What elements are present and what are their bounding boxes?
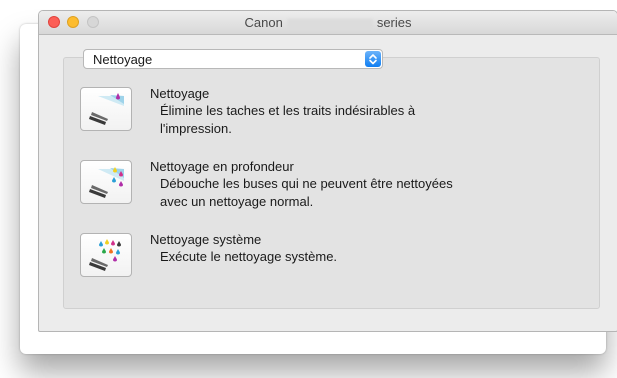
maintenance-window: Canon series Nettoyage Élimine les taches… <box>38 10 617 332</box>
redacted-model-name <box>286 18 373 29</box>
function-desc-line: Exécute le nettoyage système. <box>160 249 338 264</box>
functions-panel: Nettoyage Élimine les taches et les trai… <box>63 57 600 309</box>
deep-cleaning-icon <box>89 167 124 198</box>
system-cleaning-icon <box>89 239 121 271</box>
function-text: Nettoyage Élimine les taches et les trai… <box>150 86 570 138</box>
cleaning-button[interactable] <box>80 87 132 131</box>
function-text: Nettoyage en profondeur Débouche les bus… <box>150 159 570 211</box>
function-desc-line: Élimine les taches et les traits indésir… <box>160 103 416 118</box>
popup-selected-value: Nettoyage <box>93 52 153 67</box>
function-title: Nettoyage en profondeur <box>150 159 294 174</box>
function-desc-line: l'impression. <box>160 121 232 136</box>
function-title: Nettoyage <box>150 86 210 101</box>
cleaning-icon <box>89 93 124 125</box>
window-title-suffix: series <box>376 15 412 30</box>
function-popup-menu[interactable]: Nettoyage <box>83 49 383 69</box>
window-title-prefix: Canon <box>244 15 283 30</box>
function-desc-line: Débouche les buses qui ne peuvent être n… <box>160 176 453 191</box>
function-title: Nettoyage système <box>150 232 262 247</box>
system-cleaning-button[interactable] <box>80 233 132 277</box>
title-bar[interactable]: Canon series <box>39 11 617 35</box>
function-desc-line: avec un nettoyage normal. <box>160 194 314 209</box>
popup-chevrons-icon[interactable] <box>365 51 381 67</box>
function-text: Nettoyage système Exécute le nettoyage s… <box>150 232 570 266</box>
window-title: Canon series <box>39 15 617 30</box>
deep-cleaning-button[interactable] <box>80 160 132 204</box>
